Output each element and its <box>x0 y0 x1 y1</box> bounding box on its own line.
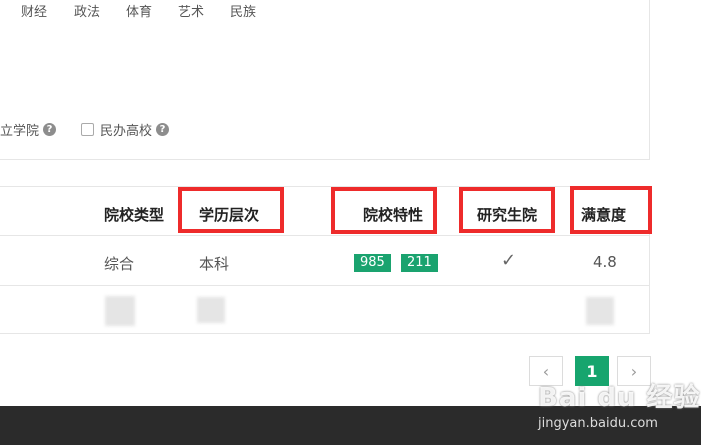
filter-option-private-college[interactable]: 民办高校 ? <box>81 120 170 139</box>
cell-level: 本科 <box>199 255 230 273</box>
badge-985: 985 <box>354 254 391 272</box>
option-label: 立学院 <box>0 124 40 139</box>
checkbox[interactable] <box>81 123 94 136</box>
badge-211: 211 <box>401 254 438 272</box>
checkmark-icon: ✓ <box>501 250 517 271</box>
watermark-url: jingyan.baidu.com <box>538 416 658 431</box>
blurred-cell <box>586 297 614 325</box>
help-icon[interactable]: ? <box>156 123 170 136</box>
table-row-divider <box>0 285 650 286</box>
table-header-divider <box>0 235 650 236</box>
filter-category-art[interactable]: 艺术 <box>178 1 204 20</box>
blurred-cell <box>105 296 135 326</box>
filter-category-ethnic[interactable]: 民族 <box>230 1 256 20</box>
column-header-satisfaction: 满意度 <box>581 206 627 224</box>
column-header-grad-school: 研究生院 <box>477 206 538 224</box>
column-header-level: 学历层次 <box>199 206 260 224</box>
column-header-type: 院校类型 <box>104 206 165 224</box>
help-icon[interactable]: ? <box>43 123 57 136</box>
baidu-jingyan-watermark-logo: Bai du 经验 <box>538 383 701 413</box>
column-header-features: 院校特性 <box>363 206 424 224</box>
blurred-cell <box>197 297 225 323</box>
cell-type: 综合 <box>104 255 135 273</box>
filter-category-law[interactable]: 政法 <box>74 1 100 20</box>
filter-category-finance[interactable]: 财经 <box>21 1 47 20</box>
filter-option-independent-college[interactable]: 立学院 ? <box>0 120 57 139</box>
option-label: 民办高校 <box>100 124 153 139</box>
filter-category-sports[interactable]: 体育 <box>126 1 152 20</box>
cell-satisfaction: 4.8 <box>593 253 617 271</box>
college-table <box>0 186 650 334</box>
